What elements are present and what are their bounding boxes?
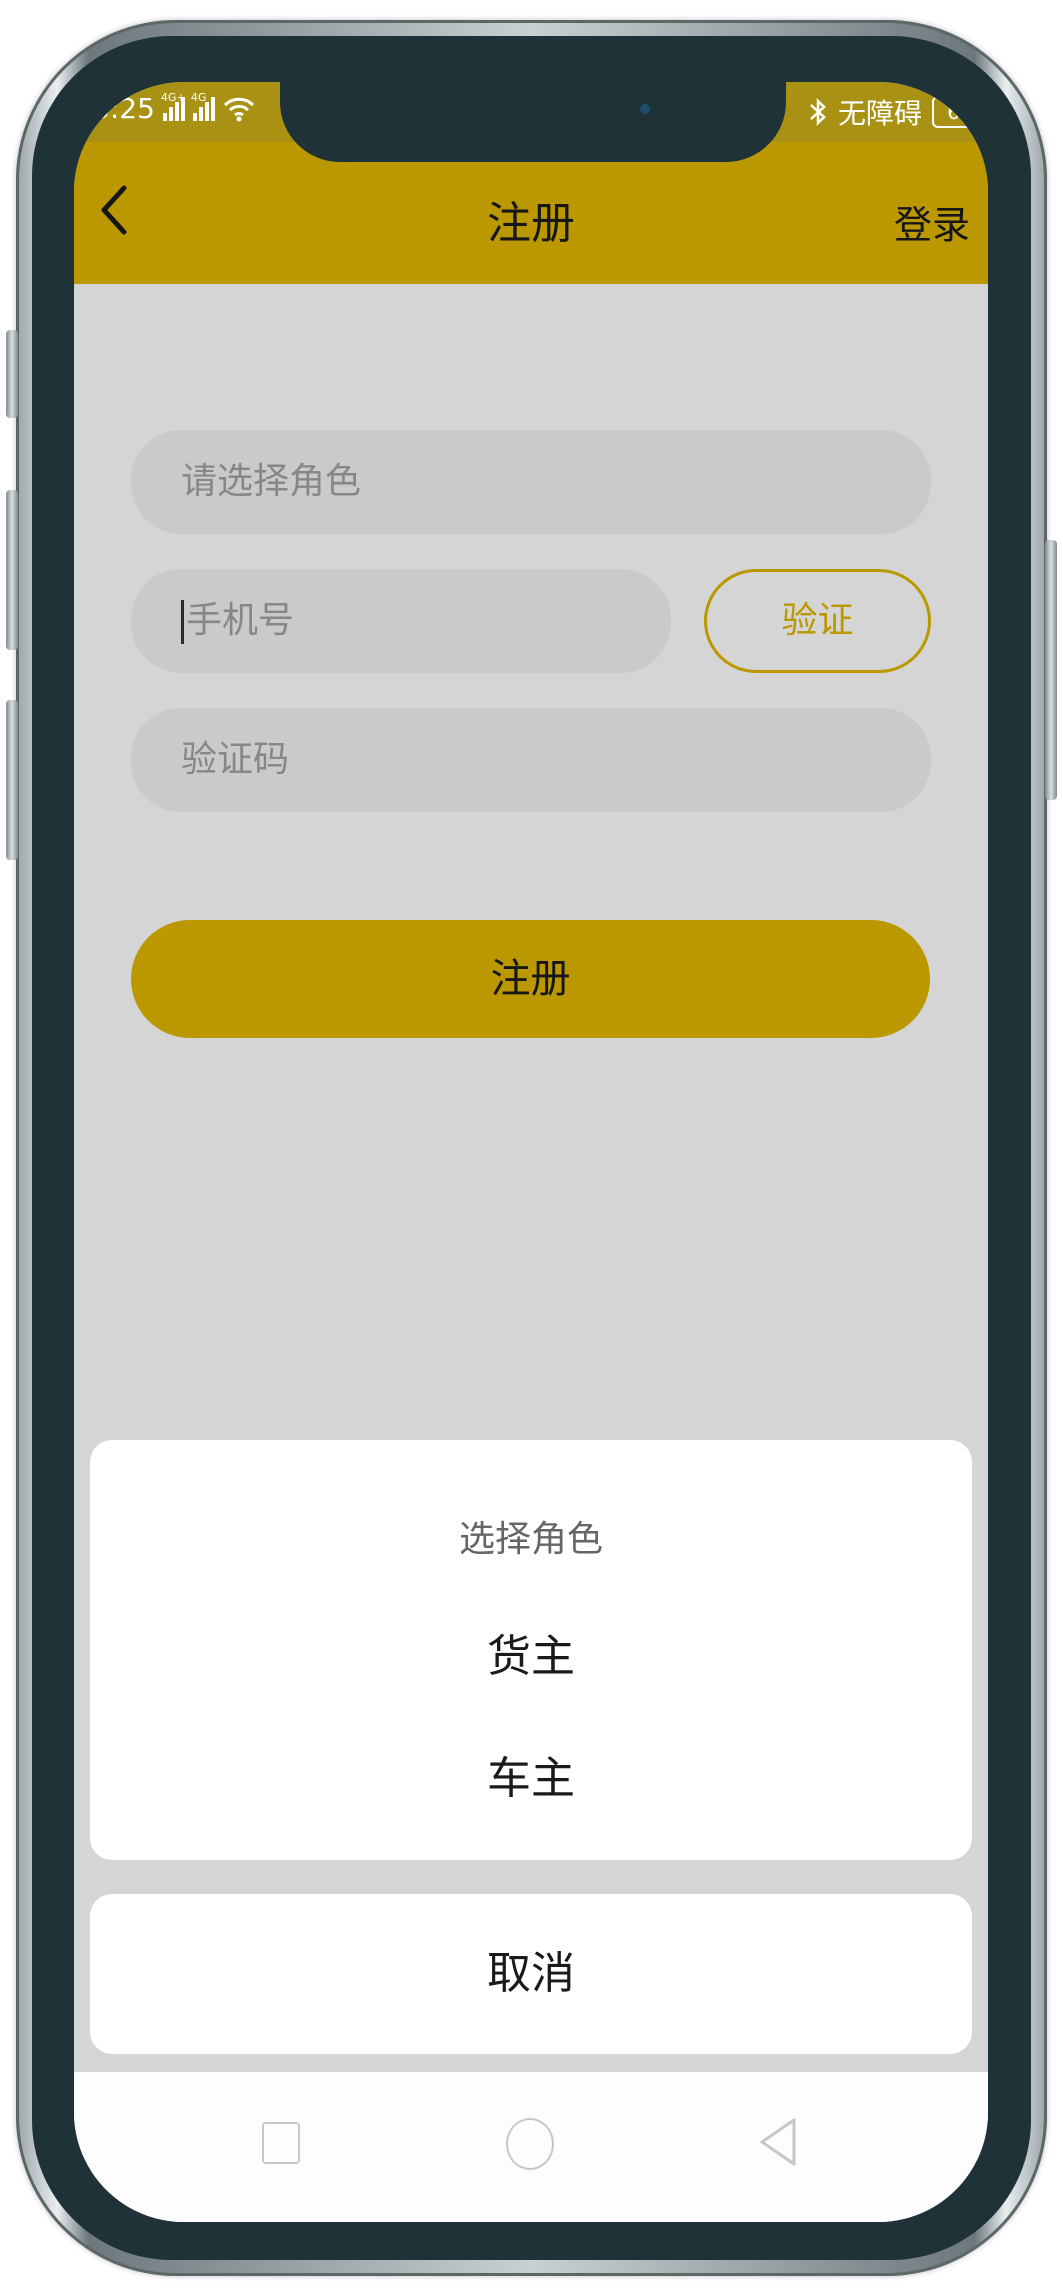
signal-icon-2: 4G [191,91,215,121]
role-option-shipper[interactable]: 货主 [90,1620,972,1684]
signal-icon-1: 4G+ [161,91,186,121]
mute-switch [6,700,18,860]
signal-2-label: 4G [190,90,207,104]
cancel-button[interactable]: 取消 [90,1894,972,2054]
action-sheet-title: 选择角色 [458,1519,603,1560]
nav-back-icon[interactable] [756,2116,800,2168]
recent-apps-icon[interactable] [262,2122,300,2164]
system-nav-bar [74,2072,988,2222]
bluetooth-icon [810,98,826,126]
battery-icon: 60 [932,96,988,128]
front-camera [640,104,650,114]
status-time: 3:25 [92,92,155,125]
notch [280,82,786,162]
role-option-vehicle-owner[interactable]: 车主 [90,1742,972,1806]
accessibility-label: 无障碍 [837,97,922,130]
volume-down-button [6,490,18,650]
phone-screen: 3:25 4G+ 4G 无障碍 60 注册 登录 请选择角色 手机号 验证 验证… [74,82,988,2222]
wifi-icon [223,97,254,121]
signal-1-label: 4G+ [160,90,186,104]
volume-up-button [6,330,18,418]
power-button [1045,540,1057,800]
role-action-sheet: 选择角色 货主 车主 [90,1440,972,1860]
home-icon[interactable] [506,2118,554,2170]
